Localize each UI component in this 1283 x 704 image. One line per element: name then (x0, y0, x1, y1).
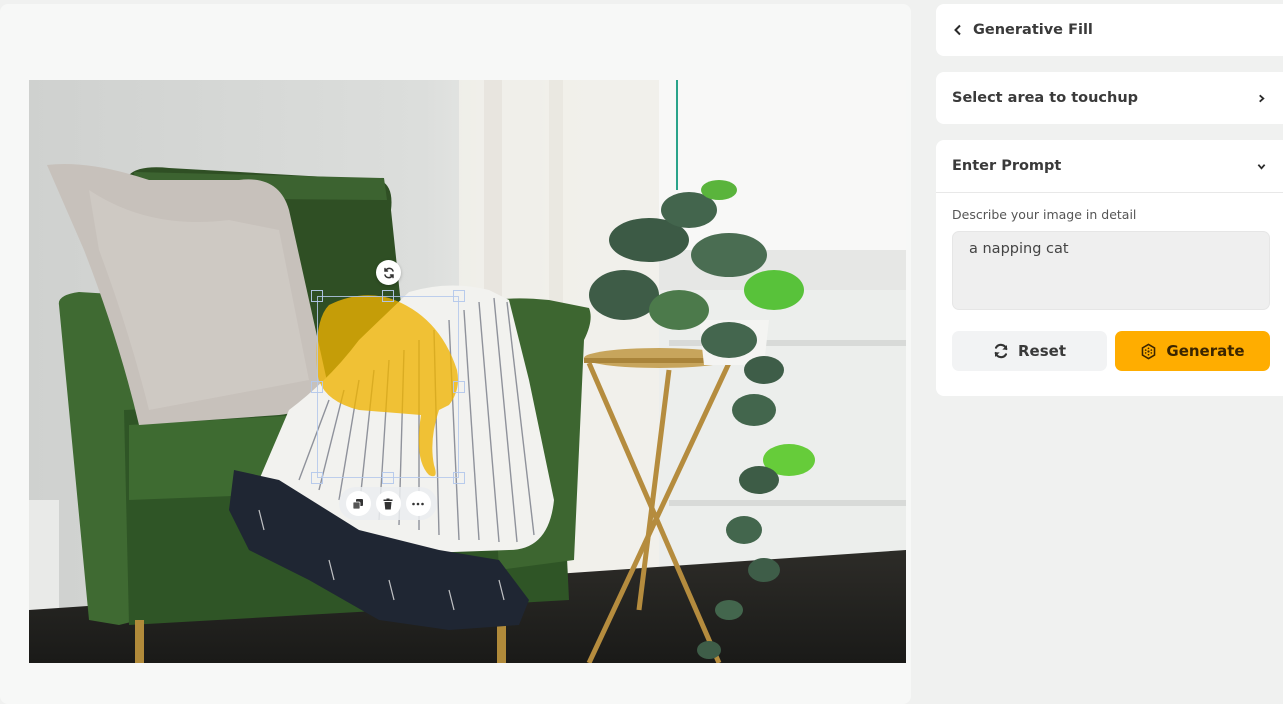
photo-illustration (29, 80, 906, 663)
resize-handle-right[interactable] (453, 381, 465, 393)
more-icon (412, 502, 424, 505)
reset-label: Reset (1018, 342, 1066, 360)
chevron-left-icon (954, 24, 961, 36)
selection-toolbar (339, 487, 437, 520)
select-area-button[interactable]: Select area to touchup (936, 72, 1283, 124)
select-area-card: Select area to touchup (936, 72, 1283, 124)
alignment-guide-line (676, 80, 678, 190)
duplicate-button[interactable] (345, 491, 371, 516)
panel-title: Generative Fill (973, 22, 1093, 38)
rotate-button[interactable] (376, 260, 401, 285)
prompt-card: Enter Prompt Describe your image in deta… (936, 140, 1283, 396)
resize-handle-top-right[interactable] (453, 290, 465, 302)
divider (936, 192, 1283, 193)
delete-button[interactable] (375, 491, 401, 516)
more-options-button[interactable] (405, 491, 431, 516)
prompt-section-label: Enter Prompt (952, 158, 1062, 174)
refresh-icon (994, 343, 1008, 359)
resize-handle-bottom-right[interactable] (453, 472, 465, 484)
back-button[interactable]: Generative Fill (936, 4, 1283, 56)
selection-box[interactable] (311, 290, 465, 484)
prompt-section-toggle[interactable]: Enter Prompt (936, 140, 1283, 192)
resize-handle-top[interactable] (382, 290, 394, 302)
resize-handle-bottom-left[interactable] (311, 472, 323, 484)
resize-handle-top-left[interactable] (311, 290, 323, 302)
chevron-right-icon (1255, 92, 1267, 104)
action-buttons: Reset Generate (952, 331, 1270, 371)
generate-button[interactable]: Generate (1115, 331, 1270, 371)
hexagon-sparkle-icon (1142, 343, 1156, 359)
duplicate-icon (352, 498, 363, 509)
generate-label: Generate (1166, 342, 1245, 360)
prompt-field-label: Describe your image in detail (952, 207, 1137, 222)
reset-button[interactable]: Reset (952, 331, 1107, 371)
rotate-icon (383, 267, 394, 278)
select-area-label: Select area to touchup (952, 90, 1139, 106)
header-card: Generative Fill (936, 4, 1283, 56)
resize-handle-left[interactable] (311, 381, 323, 393)
prompt-input[interactable] (952, 231, 1270, 310)
chevron-down-icon (1255, 160, 1267, 172)
edited-photo[interactable] (29, 80, 906, 663)
resize-handle-bottom[interactable] (382, 472, 394, 484)
trash-icon (383, 498, 393, 509)
